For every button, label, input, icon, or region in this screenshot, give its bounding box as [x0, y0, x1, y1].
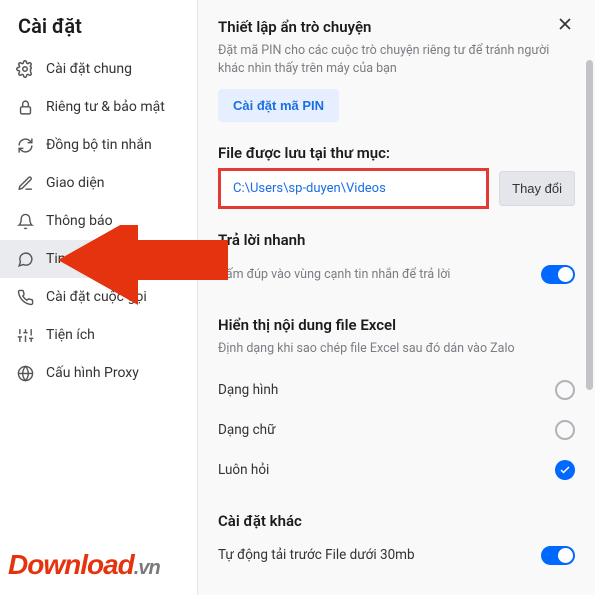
sidebar-item-proxy[interactable]: Cấu hình Proxy [0, 354, 197, 392]
globe-icon [16, 364, 34, 382]
change-folder-button[interactable]: Thay đổi [499, 171, 575, 206]
phone-icon [16, 288, 34, 306]
sidebar-item-label: Cấu hình Proxy [46, 365, 139, 381]
hidden-chat-desc: Đặt mã PIN cho các cuộc trò chuyện riêng… [218, 42, 575, 77]
file-path-display: C:\Users\sp-duyen\Videos [218, 168, 489, 209]
sidebar-item-general[interactable]: Cài đặt chung [0, 50, 197, 88]
sidebar-item-label: Thông báo [46, 213, 113, 229]
sidebar-item-label: Cài đặt chung [46, 61, 132, 77]
sidebar-item-call[interactable]: Cài đặt cuộc gọi [0, 278, 197, 316]
excel-opt-ask-radio[interactable] [555, 460, 575, 480]
quick-reply-desc: Bấm đúp vào vùng cạnh tin nhắn để trả lờ… [218, 266, 450, 284]
sidebar: Cài đặt Cài đặt chung Riêng tư & bảo mật… [0, 0, 198, 595]
sidebar-item-label: Giao diện [46, 175, 104, 191]
excel-desc: Định dạng khi sao chép file Excel sau đó… [218, 340, 575, 358]
close-button[interactable] [555, 14, 575, 38]
watermark: Download.vn [8, 549, 160, 581]
excel-opt-ask-label: Luôn hỏi [218, 462, 269, 478]
excel-title: Hiển thị nội dung file Excel [218, 316, 575, 334]
preload-label: Tự động tải trước File dưới 30mb [218, 547, 415, 563]
quick-reply-toggle[interactable] [541, 265, 575, 284]
sidebar-item-notifications[interactable]: Thông báo [0, 202, 197, 240]
sidebar-item-privacy[interactable]: Riêng tư & bảo mật [0, 88, 197, 126]
excel-opt-image-radio[interactable] [555, 380, 575, 400]
edit-icon [16, 174, 34, 192]
hidden-chat-title: Thiết lập ẩn trò chuyện [218, 18, 575, 36]
sidebar-item-theme[interactable]: Giao diện [0, 164, 197, 202]
preload-toggle[interactable] [541, 546, 575, 565]
sidebar-item-sync[interactable]: Đồng bộ tin nhắn [0, 126, 197, 164]
sidebar-item-label: Cài đặt cuộc gọi [46, 289, 147, 305]
page-title: Cài đặt [0, 0, 197, 50]
refresh-icon [16, 136, 34, 154]
sliders-icon [16, 326, 34, 344]
message-icon [16, 250, 34, 268]
excel-opt-text-radio[interactable] [555, 420, 575, 440]
sidebar-item-messages[interactable]: Tin nhắn [0, 240, 197, 278]
main-panel: Thiết lập ẩn trò chuyện Đặt mã PIN cho c… [198, 0, 595, 595]
sidebar-item-label: Riêng tư & bảo mật [46, 99, 165, 115]
set-pin-button[interactable]: Cài đặt mã PIN [218, 89, 339, 122]
bell-icon [16, 212, 34, 230]
excel-opt-image-label: Dạng hình [218, 382, 278, 398]
file-location-title: File được lưu tại thư mục: [218, 144, 575, 162]
lock-icon [16, 98, 34, 116]
quick-reply-title: Trả lời nhanh [218, 231, 575, 249]
excel-opt-text-label: Dạng chữ [218, 422, 275, 438]
other-title: Cài đặt khác [218, 512, 575, 530]
sidebar-item-label: Đồng bộ tin nhắn [46, 137, 152, 153]
gear-icon [16, 60, 34, 78]
sidebar-item-label: Tiện ích [46, 327, 95, 343]
sidebar-item-utilities[interactable]: Tiện ích [0, 316, 197, 354]
sidebar-item-label: Tin nhắn [46, 251, 100, 267]
scrollbar[interactable] [586, 60, 593, 390]
